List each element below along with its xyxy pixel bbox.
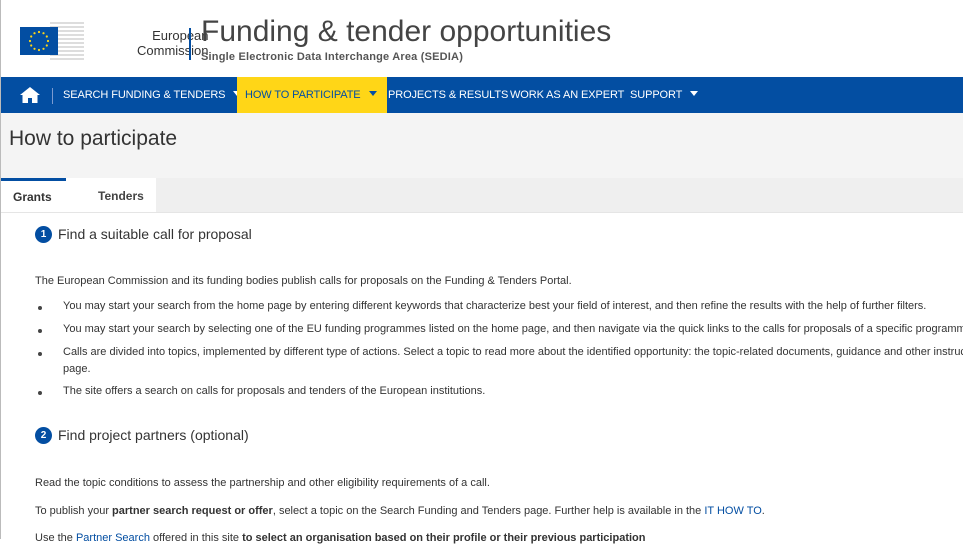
text-fragment: Use the [35,532,76,544]
text-fragment: To publish your [35,505,113,517]
tab-tenders[interactable]: Tenders [66,178,156,212]
text-fragment: offered in this site [149,532,243,544]
nav-item-label: SEARCH FUNDING & TENDERS [63,89,226,101]
tab-label: Grants [13,190,52,204]
chevron-down-icon [368,91,377,96]
bullet-dot [38,329,42,333]
nav-search-funding-tenders[interactable]: SEARCH FUNDING & TENDERS [63,77,242,113]
step-title: Find project partners (optional) [58,427,249,443]
partner-search-link[interactable]: Partner Search [76,532,150,544]
header-divider [189,28,191,60]
bold-text: to select an organisation based on their… [242,532,646,544]
bullet-dot [38,306,42,310]
ec-wordmark-line2: Commission [137,43,209,58]
site-subtitle: Single Electronic Data Interchange Area … [201,51,464,63]
tab-grants[interactable]: Grants [1,178,66,209]
step-paragraph: Use the Partner Search offered in this s… [35,532,645,544]
list-item: You may start your search by selecting o… [63,323,963,335]
text-fragment: . [761,505,765,517]
list-item: You may start your search from the home … [63,300,927,312]
nav-item-label: SUPPORT [630,89,683,101]
nav-separator [52,88,53,104]
nav-projects-results[interactable]: PROJECTS & RESULTS [388,77,508,113]
site-title[interactable]: Funding & tender opportunities [201,15,611,49]
tab-bar-filler [156,178,963,212]
nav-support[interactable]: SUPPORT [630,77,699,113]
step-paragraph: To publish your partner search request o… [35,505,765,517]
nav-item-label: PROJECTS & RESULTS [388,89,509,101]
it-how-to-link[interactable]: IT HOW TO [704,505,761,517]
bullet-dot [38,352,42,356]
step-paragraph: Read the topic conditions to assess the … [35,477,490,489]
home-icon[interactable] [19,86,41,104]
ec-wordmark-line1: European [152,28,209,43]
text-fragment: , select a topic on the Search Funding a… [272,505,705,517]
list-item-continued: page. [63,363,91,375]
chevron-down-icon [690,91,699,96]
tab-label: Tenders [98,189,144,203]
tab-bar: Grants Tenders [1,178,963,213]
step-intro: The European Commission and its funding … [35,275,572,287]
step-number-badge: 2 [35,427,52,444]
site-header: European Commission Funding & tender opp… [1,0,963,76]
nav-how-to-participate[interactable]: HOW TO PARTICIPATE [237,77,387,113]
nav-work-as-expert[interactable]: WORK AS AN EXPERT [510,77,624,113]
ec-wordmark: European Commission [137,28,209,58]
step-number-badge: 1 [35,226,52,243]
nav-item-label: HOW TO PARTICIPATE [245,89,361,101]
nav-item-label: WORK AS AN EXPERT [510,89,625,101]
main-nav: SEARCH FUNDING & TENDERS HOW TO PARTICIP… [1,77,963,113]
list-item: The site offers a search on calls for pr… [63,385,486,397]
step-title: Find a suitable call for proposal [58,226,252,242]
bullet-dot [38,391,42,395]
bold-text: partner search request or offer [112,505,273,517]
page-title: How to participate [9,127,178,150]
list-item: Calls are divided into topics, implement… [63,346,963,358]
